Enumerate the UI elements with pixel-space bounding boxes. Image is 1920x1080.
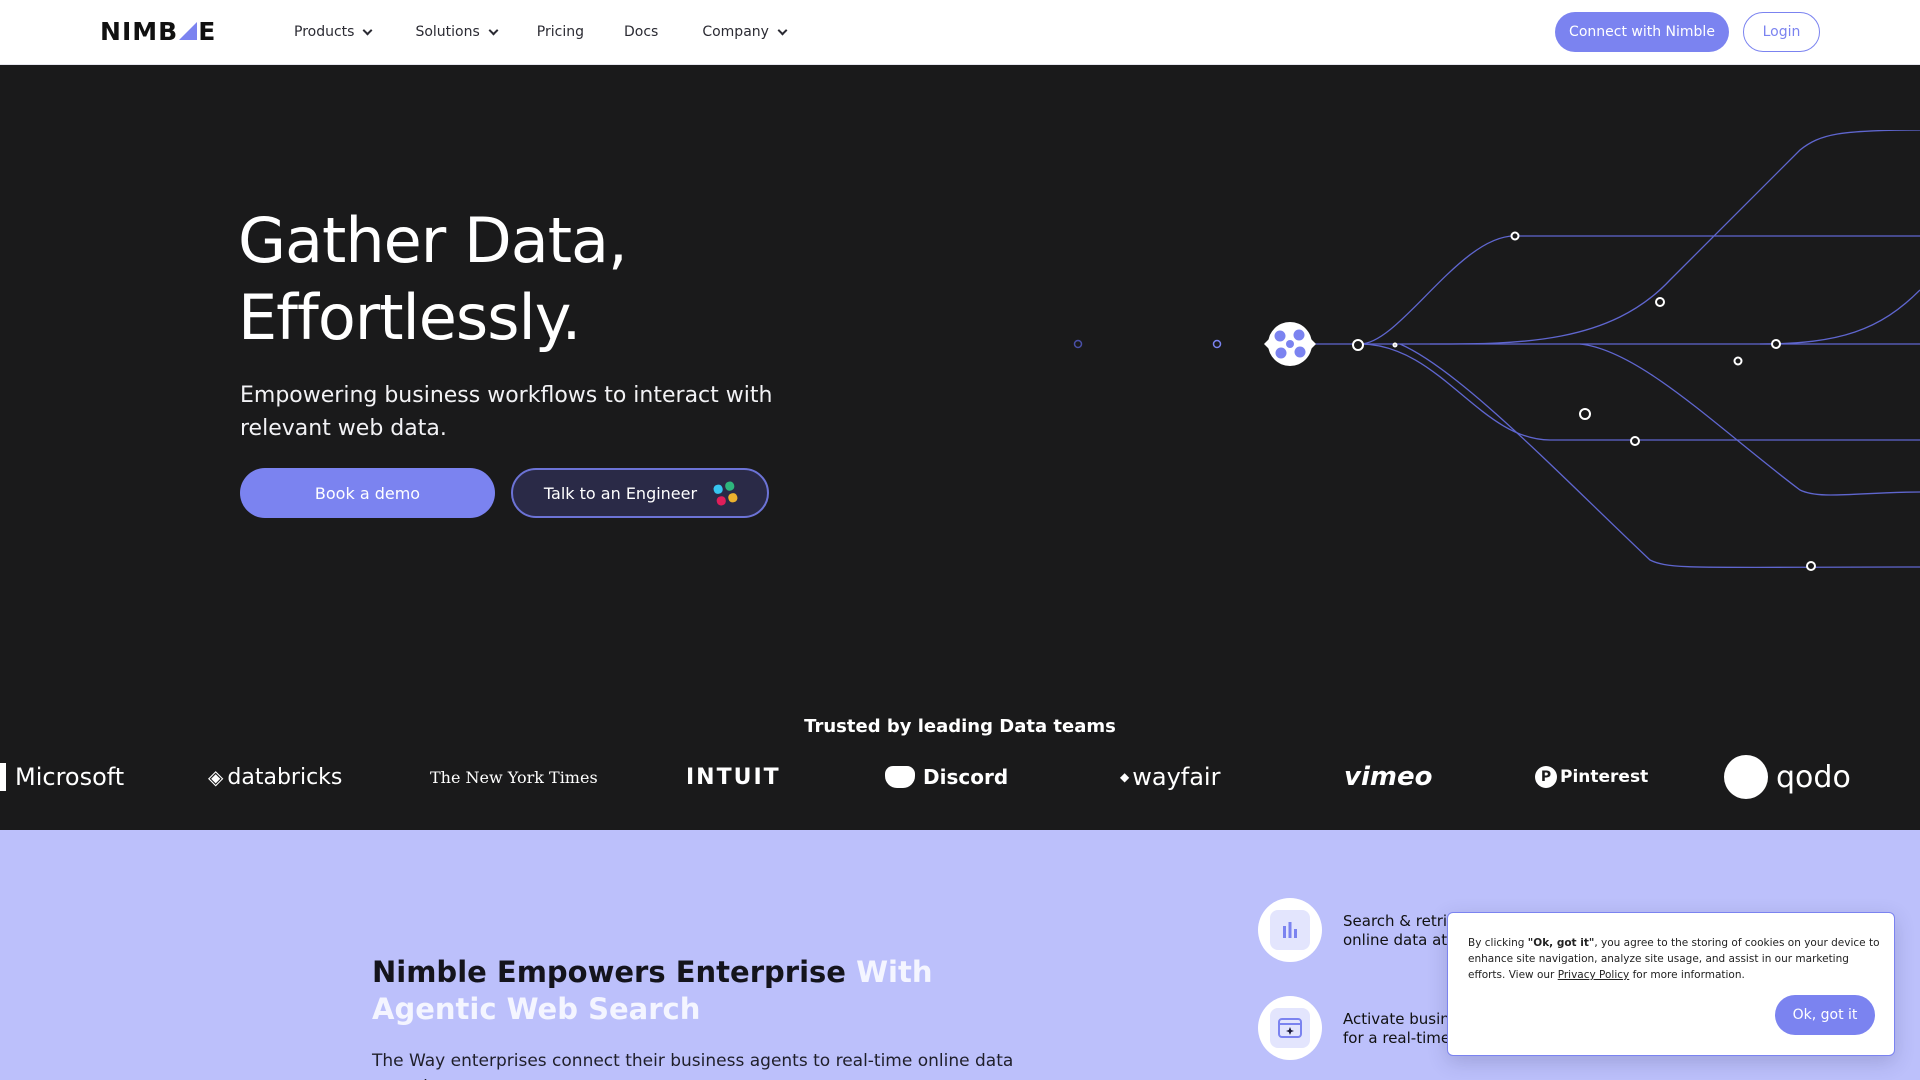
cookie-text: By clicking "Ok, got it", you agree to t… [1468, 935, 1880, 983]
nav-links: Products Solutions Pricing Docs Company [294, 0, 788, 64]
chevron-down-icon [777, 25, 788, 35]
cookie-prefix: By clicking [1468, 937, 1528, 949]
discord-icon [885, 766, 915, 788]
network-node [1771, 339, 1781, 349]
hero-title-line1: Gather Data, [238, 204, 628, 277]
cookie-bold: "Ok, got it" [1527, 937, 1595, 949]
feature-text-search: Search & retrie online data at [1343, 912, 1463, 950]
microsoft-mark-icon [0, 763, 6, 791]
feature-text-line1: Search & retrie [1343, 912, 1457, 930]
nav-item-label: Solutions [415, 24, 480, 40]
wayfair-logo: ◆ wayfair [1120, 752, 1220, 802]
trusted-by-title: Trusted by leading Data teams [804, 716, 1116, 737]
section-description: The Way enterprises connect their busine… [372, 1051, 1014, 1080]
network-node [1392, 342, 1398, 348]
network-nodes [1352, 231, 1816, 571]
logo-right: E [198, 16, 217, 46]
wayfair-label: wayfair [1132, 763, 1221, 791]
nav-item-label: Products [294, 24, 355, 40]
nav-item-products[interactable]: Products [294, 24, 373, 40]
nav-item-label: Pricing [536, 24, 584, 40]
nav-item-label: Docs [623, 24, 659, 40]
nyt-label: The New York Times [430, 767, 598, 787]
network-node [1510, 231, 1520, 241]
feature-text-line2: online data at [1343, 931, 1448, 949]
talk-to-engineer-label: Talk to an Engineer [543, 483, 698, 503]
customer-logos-strip: Microsoft ◈ databricks The New York Time… [0, 752, 1920, 802]
cookie-suffix: for more information. [1629, 969, 1745, 981]
databricks-stack-icon: ◈ [208, 765, 224, 789]
intuit-label: INTUIT [686, 764, 781, 790]
feature-icon-search [1258, 898, 1322, 962]
microsoft-logo: Microsoft [0, 752, 124, 802]
hero-subtitle: Empowering business workflows to interac… [240, 383, 773, 441]
book-demo-button[interactable]: Book a demo [240, 468, 495, 518]
nav-item-label: Company [702, 24, 769, 40]
microsoft-label: Microsoft [15, 763, 125, 791]
nav-item-pricing[interactable]: Pricing [537, 24, 584, 40]
qodo-label: qodo [1776, 759, 1851, 795]
nimble-logo[interactable]: N IMB E [100, 16, 216, 46]
privacy-policy-link[interactable]: Privacy Policy [1558, 969, 1630, 981]
discord-logo: Discord [885, 752, 1008, 802]
qodo-mascot-icon [1724, 755, 1768, 799]
chevron-down-icon [363, 25, 373, 35]
network-node [1352, 339, 1364, 351]
section-title: Nimble Empowers Enterprise With Agentic … [372, 954, 1012, 1028]
vimeo-logo: vimeo [1344, 752, 1432, 802]
browser-sparkle-icon [1270, 1008, 1310, 1048]
section-title-dark: Nimble Empowers Enterprise [372, 955, 846, 989]
hero-title-line2: Effortlessly. [238, 281, 581, 354]
talk-to-engineer-button[interactable]: Talk to an Engineer [511, 468, 769, 518]
bar-chart-icon [1270, 910, 1310, 950]
hero-title: Gather Data, Effortlessly. [238, 202, 838, 356]
data-network-graphic [1030, 130, 1920, 571]
feature-icon-activate [1258, 996, 1322, 1060]
logo-mid: IMB [121, 16, 179, 46]
network-node [1655, 297, 1665, 307]
connect-with-nimble-button[interactable]: Connect with Nimble [1555, 12, 1729, 52]
pinterest-icon: P [1535, 766, 1557, 788]
nyt-logo: The New York Times [430, 752, 598, 802]
databricks-logo: ◈ databricks [208, 752, 342, 802]
feature-text-line2: for a real-time [1343, 1029, 1451, 1047]
nav-item-company[interactable]: Company [702, 24, 788, 40]
network-node [1579, 408, 1591, 420]
chevron-down-icon [488, 25, 499, 35]
databricks-label: databricks [227, 764, 343, 790]
wayfair-diamond-icon: ◆ [1120, 770, 1130, 784]
nav-item-solutions[interactable]: Solutions [415, 24, 499, 40]
intuit-logo: INTUIT [686, 752, 781, 802]
network-node [1630, 436, 1640, 446]
slack-icon [712, 480, 739, 506]
logo-left: N [100, 16, 122, 46]
pinterest-label: Pinterest [1560, 767, 1649, 787]
discord-label: Discord [923, 765, 1009, 789]
nav-item-docs[interactable]: Docs [624, 24, 658, 40]
logo-mark-icon [179, 21, 198, 41]
network-node [1806, 561, 1816, 571]
top-navbar: N IMB E Products Solutions Pricing Docs Co… [0, 0, 1920, 65]
qodo-logo: qodo [1724, 752, 1851, 802]
feature-text-line1: Activate busin [1343, 1010, 1450, 1028]
cookie-consent-banner: By clicking "Ok, got it", you agree to t… [1447, 912, 1895, 1056]
pinterest-logo: P Pinterest [1535, 752, 1648, 802]
feature-text-activate: Activate busin for a real-time [1343, 1010, 1463, 1048]
vimeo-label: vimeo [1344, 762, 1433, 792]
cookie-accept-button[interactable]: Ok, got it [1775, 995, 1875, 1035]
login-button[interactable]: Login [1743, 12, 1820, 52]
nimble-hub-icon [1264, 322, 1316, 366]
network-node [1733, 356, 1743, 366]
